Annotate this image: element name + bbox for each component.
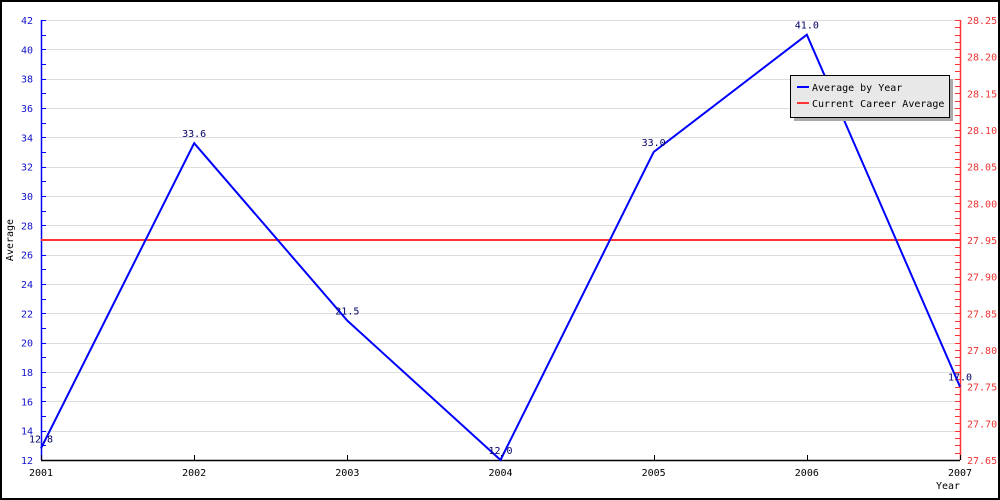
x-axis-tick-label: 2002	[182, 468, 206, 479]
legend: Average by Year Current Career Average	[790, 75, 953, 121]
left-axis-tick-label: 20	[21, 339, 33, 350]
line-chart: 1214161820222426283032343638404227.6527.…	[5, 16, 997, 492]
data-label: 41.0	[795, 21, 819, 32]
right-axis-tick-label: 28.00	[967, 199, 997, 210]
data-point	[39, 446, 43, 450]
right-axis-tick-label: 27.95	[967, 236, 997, 247]
x-axis-tick-label: 2003	[335, 468, 359, 479]
right-axis-tick-label: 27.85	[967, 309, 997, 320]
data-label: 12.0	[488, 446, 512, 457]
data-point	[192, 141, 196, 145]
left-axis-tick-label: 40	[21, 45, 33, 56]
x-axis-tick-label: 2006	[795, 468, 819, 479]
left-axis-tick-label: 28	[21, 221, 33, 232]
legend-box	[790, 75, 950, 118]
left-axis-tick-label: 34	[21, 133, 33, 144]
x-axis-tick-label: 2007	[948, 468, 972, 479]
data-point	[805, 33, 809, 37]
right-axis-tick-label: 28.10	[967, 126, 997, 137]
right-axis-tick-label: 27.80	[967, 346, 997, 357]
left-axis-tick-label: 42	[21, 16, 33, 27]
left-axis-tick-label: 32	[21, 163, 33, 174]
legend-label: Current Career Average	[812, 99, 944, 110]
left-y-axis: 12141618202224262830323436384042	[21, 16, 46, 467]
right-axis-tick-label: 27.90	[967, 273, 997, 284]
left-axis-tick-label: 26	[21, 251, 33, 262]
data-point	[345, 319, 349, 323]
right-axis-tick-label: 28.20	[967, 53, 997, 64]
left-axis-tick-label: 16	[21, 397, 33, 408]
right-axis-tick-label: 28.25	[967, 16, 997, 27]
left-axis-tick-label: 22	[21, 309, 33, 320]
chart-frame: 12 14 16 18 20 22 24 26 28 30 32 34 36 38 40 42 27.65 27.…	[0, 0, 1000, 500]
data-point	[652, 150, 656, 154]
left-axis-tick-label: 38	[21, 75, 33, 86]
right-axis-tick-label: 27.75	[967, 383, 997, 394]
data-label: 33.0	[642, 138, 666, 149]
right-axis-tick-label: 28.05	[967, 163, 997, 174]
data-point	[958, 385, 962, 389]
data-label: 17.0	[948, 373, 972, 384]
data-label: 21.5	[335, 307, 359, 318]
data-point	[499, 458, 503, 462]
left-axis-tick-label: 12	[21, 456, 33, 467]
x-axis-tick-label: 2001	[29, 468, 53, 479]
x-axis-title: Year	[936, 481, 960, 492]
data-label: 12.8	[29, 434, 53, 445]
right-axis-tick-label: 27.70	[967, 419, 997, 430]
legend-label: Average by Year	[812, 83, 902, 94]
left-axis-tick-label: 30	[21, 192, 33, 203]
data-label: 33.6	[182, 129, 206, 140]
right-axis-tick-label: 27.65	[967, 456, 997, 467]
right-y-axis: 27.65 27.70 27.75 27.80 27.85 27.90 27.95 28.00…	[955, 16, 997, 467]
left-axis-tick-label: 24	[21, 280, 33, 291]
left-axis-tick-label: 36	[21, 104, 33, 115]
y-axis-title: Average	[5, 219, 16, 261]
x-axis-tick-label: 2004	[488, 468, 512, 479]
x-axis-tick-label: 2005	[642, 468, 666, 479]
left-axis-tick-label: 18	[21, 368, 33, 379]
right-axis-tick-label: 28.15	[967, 89, 997, 100]
